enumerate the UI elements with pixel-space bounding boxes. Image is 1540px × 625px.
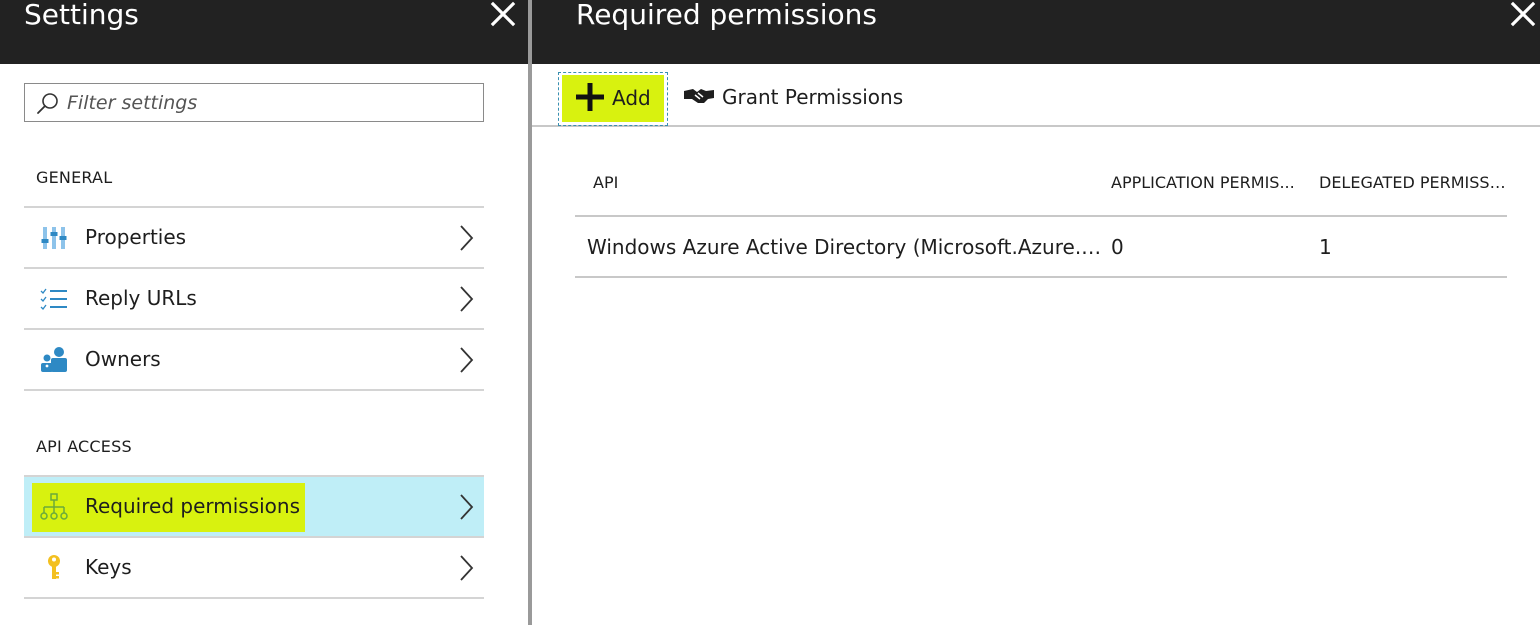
handshake-icon xyxy=(684,89,714,103)
settings-item-keys[interactable]: Keys xyxy=(24,538,484,599)
permissions-title: Required permissions xyxy=(576,0,878,31)
required-permissions-blade: Required permissions Add Grant Permissio… xyxy=(532,0,1540,625)
chevron-right-icon xyxy=(460,494,474,520)
permissions-header: Required permissions xyxy=(532,0,1540,64)
permissions-table: API APPLICATION PERMIS... DELEGATED PERM… xyxy=(575,150,1507,278)
checklist-icon xyxy=(40,288,67,310)
permissions-close-button[interactable] xyxy=(1508,0,1540,32)
column-header-delegated-permissions[interactable]: DELEGATED PERMISSI... xyxy=(1315,150,1507,217)
settings-item-label: Properties xyxy=(85,225,187,249)
delegated-permissions-cell: 1 xyxy=(1315,216,1507,278)
chevron-right-icon xyxy=(460,225,474,251)
settings-item-label: Reply URLs xyxy=(85,286,197,310)
api-name-cell: Windows Azure Active Directory (Microsof… xyxy=(575,216,1107,278)
chevron-right-icon xyxy=(460,555,474,581)
add-button[interactable]: Add xyxy=(558,72,668,126)
settings-item-reply-urls[interactable]: Reply URLs xyxy=(24,269,484,330)
plus-icon xyxy=(576,83,604,111)
key-icon xyxy=(48,555,60,579)
permissions-toolbar: Add Grant Permissions xyxy=(532,64,1540,127)
column-header-api[interactable]: API xyxy=(575,150,1107,217)
add-button-label: Add xyxy=(612,86,651,110)
settings-item-label: Required permissions xyxy=(85,494,301,518)
settings-item-owners[interactable]: Owners xyxy=(24,330,484,391)
settings-item-label: Owners xyxy=(85,347,161,371)
section-title-general: GENERAL xyxy=(36,168,113,187)
settings-item-label: Keys xyxy=(85,555,132,579)
settings-item-required-permissions[interactable]: Required permissions xyxy=(24,477,484,538)
settings-header: Settings xyxy=(0,0,528,64)
close-icon xyxy=(1510,1,1536,27)
filter-settings-input[interactable] xyxy=(67,87,477,118)
close-icon xyxy=(490,1,516,27)
section-title-api-access: API ACCESS xyxy=(36,437,132,456)
api-access-menu: Required permissions Keys xyxy=(24,475,484,599)
chevron-right-icon xyxy=(460,347,474,373)
grant-permissions-button[interactable]: Grant Permissions xyxy=(682,72,904,122)
chevron-right-icon xyxy=(460,286,474,312)
application-permissions-cell: 0 xyxy=(1107,216,1315,278)
general-menu: Properties Reply URLs Owners xyxy=(24,206,484,391)
settings-close-button[interactable] xyxy=(488,0,520,32)
properties-sliders-icon xyxy=(41,227,67,249)
table-header-row: API APPLICATION PERMIS... DELEGATED PERM… xyxy=(575,150,1507,217)
owners-icon xyxy=(41,347,67,372)
search-icon xyxy=(37,93,58,114)
settings-item-properties[interactable]: Properties xyxy=(24,208,484,269)
column-header-application-permissions[interactable]: APPLICATION PERMIS... xyxy=(1107,150,1315,217)
grant-permissions-label: Grant Permissions xyxy=(722,85,904,109)
table-row[interactable]: Windows Azure Active Directory (Microsof… xyxy=(575,216,1507,278)
hierarchy-icon xyxy=(40,493,68,520)
filter-settings-box[interactable] xyxy=(24,83,484,122)
settings-blade: Settings GENERAL Properties xyxy=(0,0,528,625)
settings-title: Settings xyxy=(24,0,139,31)
